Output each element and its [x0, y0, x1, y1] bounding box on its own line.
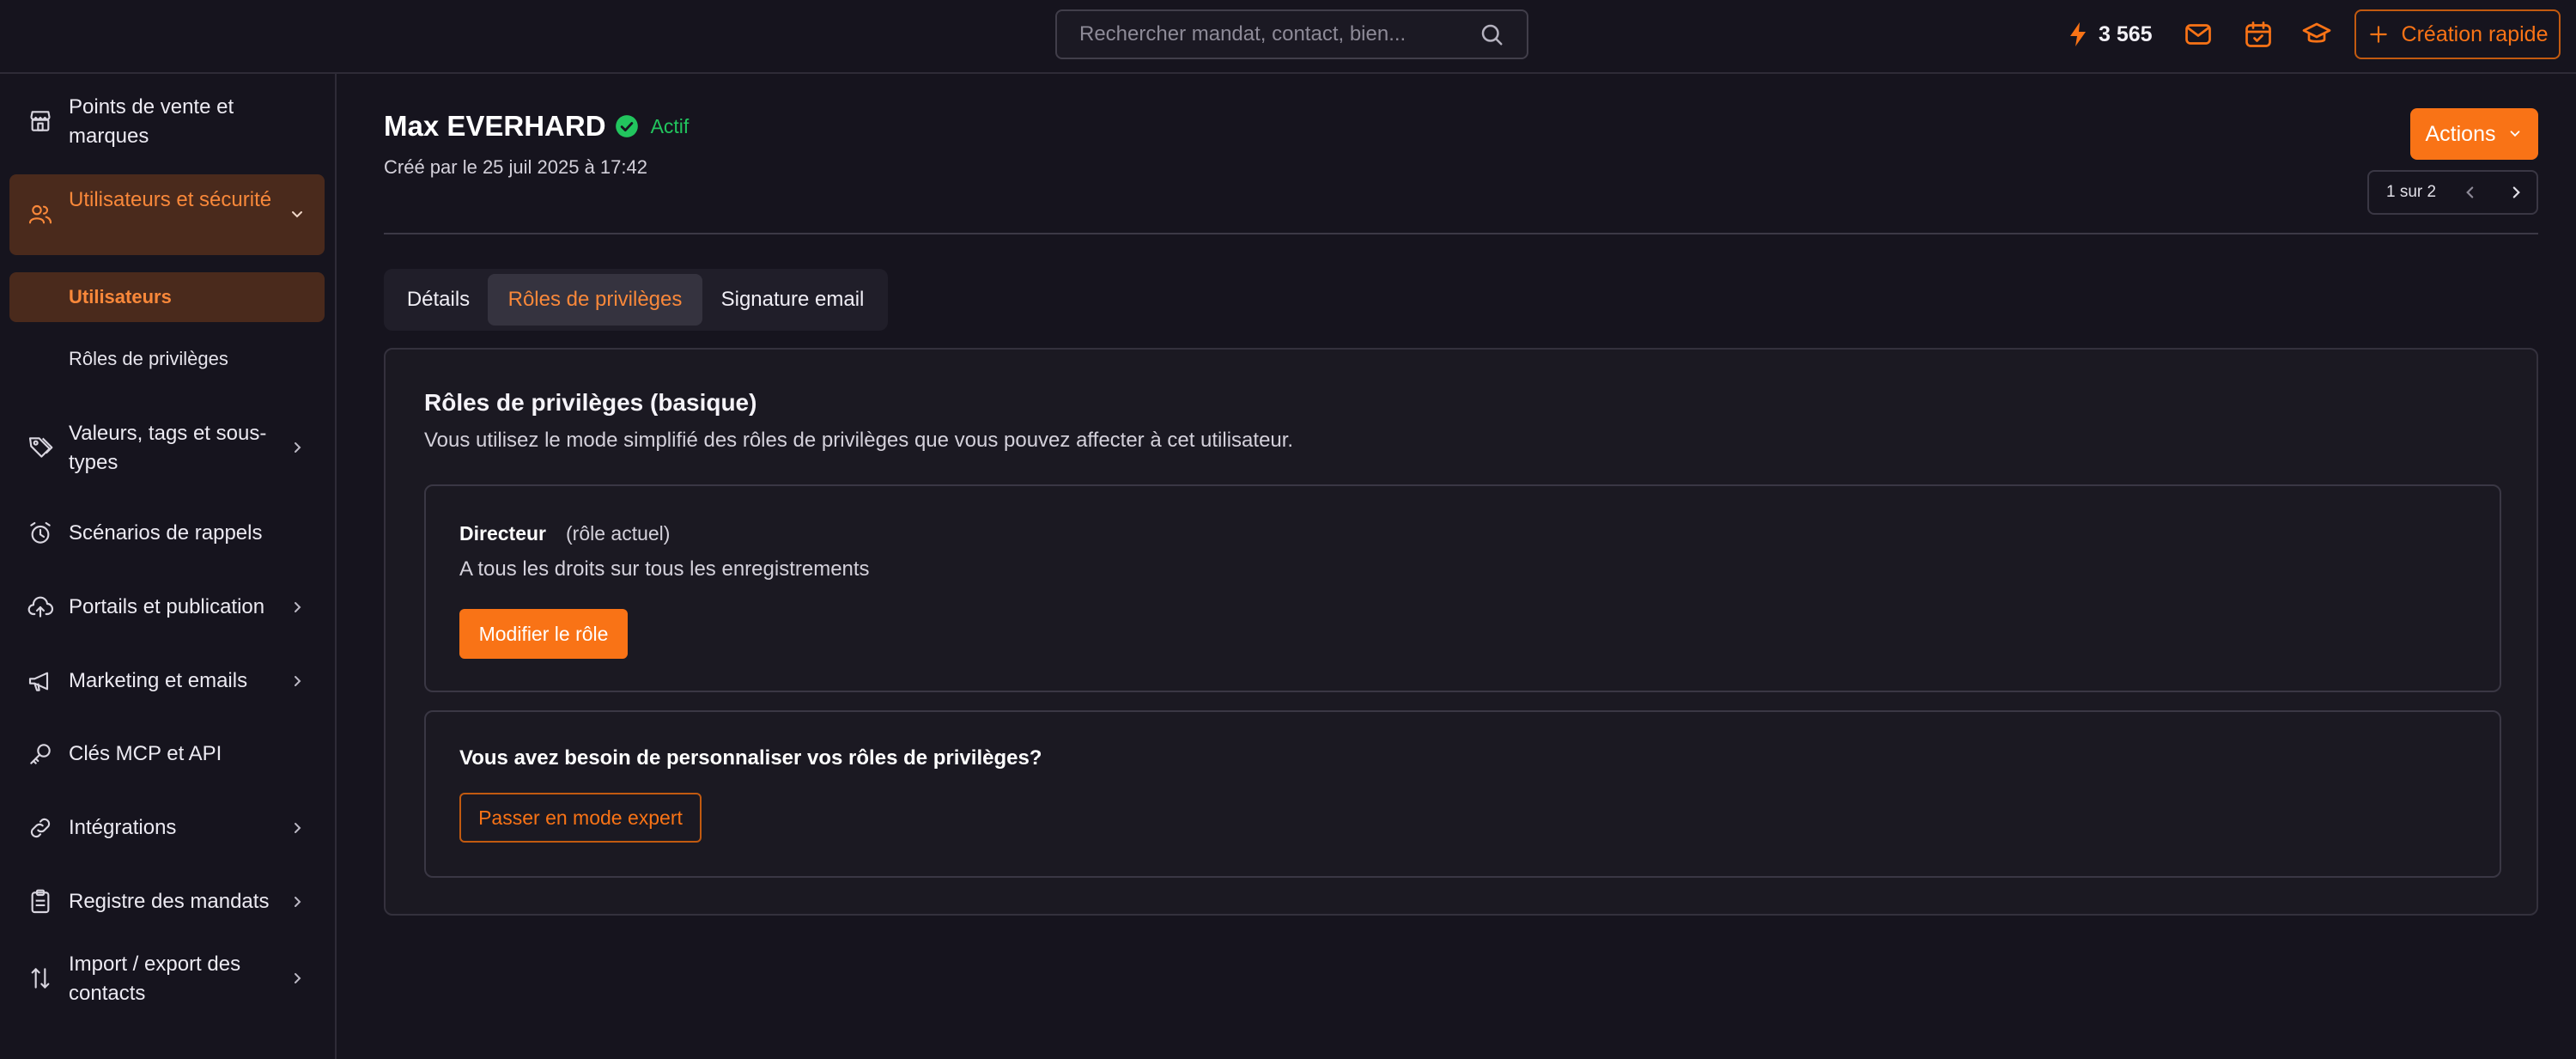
- quick-create-label: Création rapide: [2401, 21, 2549, 46]
- privileges-card: Rôles de privilèges (basique) Vous utili…: [384, 348, 2538, 916]
- sidebar-item-portails-publication[interactable]: Portails et publication: [9, 586, 325, 629]
- tab-roles-privileges[interactable]: Rôles de privilèges: [488, 274, 702, 326]
- sidebar-item-label: Intégrations: [69, 816, 177, 839]
- role-name: Directeur: [459, 522, 546, 545]
- key-icon: [27, 740, 54, 768]
- chevron-right-icon[interactable]: [289, 599, 306, 616]
- chevron-left-icon[interactable]: [2461, 183, 2480, 202]
- chevron-right-icon[interactable]: [289, 893, 306, 910]
- sidebar-item-label: Utilisateurs et sécurité: [69, 188, 272, 211]
- credits-value: 3 565: [2099, 21, 2153, 46]
- actions-label: Actions: [2425, 121, 2496, 146]
- tab-label: Rôles de privilèges: [507, 288, 683, 311]
- store-icon: [27, 107, 54, 135]
- chevron-right-icon[interactable]: [289, 819, 306, 837]
- tab-signature-email[interactable]: Signature email: [702, 274, 883, 326]
- chevron-right-icon[interactable]: [289, 439, 306, 456]
- sidebar-item-marketing-emails[interactable]: Marketing et emails: [9, 660, 325, 703]
- chevron-right-icon[interactable]: [2506, 183, 2525, 202]
- page-title: Max EVERHARD Actif: [384, 110, 689, 143]
- quick-create-button[interactable]: Création rapide: [2354, 9, 2561, 59]
- sidebar-item-label: Registre des mandats: [69, 890, 270, 913]
- check-circle-icon: [615, 114, 639, 138]
- sidebar-item-valeurs-tags[interactable]: Valeurs, tags et sous-types: [9, 417, 325, 478]
- card-description: Vous utilisez le mode simplifié des rôle…: [424, 429, 1294, 452]
- search-icon[interactable]: [1479, 21, 1504, 47]
- tab-label: Détails: [406, 288, 471, 311]
- cloud-upload-icon: [27, 593, 54, 621]
- sidebar: Points de vente et marques Utilisateurs …: [0, 74, 337, 1059]
- current-role-box: Directeur (rôle actuel) A tous les droit…: [424, 484, 2501, 692]
- actions-button[interactable]: Actions: [2410, 108, 2538, 160]
- role-current-label: (rôle actuel): [566, 522, 671, 545]
- calendar-check-icon[interactable]: [2241, 17, 2275, 52]
- divider: [384, 233, 2538, 234]
- chevron-right-icon[interactable]: [289, 970, 306, 987]
- expert-mode-button[interactable]: Passer en mode expert: [459, 793, 702, 843]
- chevron-down-icon[interactable]: [289, 206, 306, 223]
- created-info: Créé par le 25 juil 2025 à 17:42: [384, 156, 647, 178]
- chevron-down-icon: [2511, 131, 2520, 137]
- tab-label: Signature email: [720, 288, 865, 311]
- top-bar: 3 565 Création rapide: [0, 0, 2576, 74]
- sidebar-item-cles-api[interactable]: Clés MCP et API: [9, 733, 325, 776]
- sidebar-item-label: Portails et publication: [69, 595, 265, 618]
- megaphone-icon: [27, 667, 54, 695]
- credits-counter[interactable]: 3 565: [2068, 17, 2153, 52]
- user-name: Max EVERHARD: [384, 110, 606, 142]
- plus-icon: [2369, 26, 2387, 43]
- link-icon: [27, 814, 54, 842]
- tags-icon: [27, 434, 54, 461]
- sidebar-item-label: Points de vente et marques: [69, 95, 234, 148]
- lightning-icon: [2068, 21, 2088, 47]
- sidebar-item-label: Marketing et emails: [69, 669, 248, 692]
- sidebar-subitem-label: Utilisateurs: [69, 286, 172, 307]
- status-badge: Actif: [650, 114, 690, 137]
- modify-role-button[interactable]: Modifier le rôle: [459, 609, 628, 659]
- sidebar-item-utilisateurs-securite[interactable]: Utilisateurs et sécurité: [9, 174, 325, 255]
- import-export-icon: [27, 965, 54, 992]
- role-description: A tous les droits sur tous les enregistr…: [459, 557, 870, 581]
- search-input[interactable]: [1079, 22, 1479, 46]
- users-icon: [27, 201, 54, 228]
- sidebar-item-label: Valeurs, tags et sous-types: [69, 422, 267, 474]
- sidebar-item-points-de-vente[interactable]: Points de vente et marques: [9, 91, 325, 151]
- sidebar-item-registre-mandats[interactable]: Registre des mandats: [9, 880, 325, 923]
- tab-details[interactable]: Détails: [389, 274, 488, 326]
- sidebar-item-label: Import / export des contacts: [69, 952, 241, 1005]
- pagination: 1 sur 2: [2367, 170, 2538, 215]
- expert-question: Vous avez besoin de personnaliser vos rô…: [459, 746, 1042, 770]
- expert-mode-box: Vous avez besoin de personnaliser vos rô…: [424, 710, 2501, 878]
- sidebar-item-scenarios-rappels[interactable]: Scénarios de rappels: [9, 512, 325, 555]
- sidebar-subitem-utilisateurs[interactable]: Utilisateurs: [9, 272, 325, 322]
- alarm-clock-icon: [27, 520, 54, 547]
- graduation-cap-icon[interactable]: [2300, 17, 2334, 52]
- sidebar-item-import-export[interactable]: Import / export des contacts: [9, 948, 325, 1008]
- chevron-right-icon[interactable]: [289, 673, 306, 690]
- mail-icon[interactable]: [2181, 17, 2215, 52]
- card-title: Rôles de privilèges (basique): [424, 389, 757, 416]
- sidebar-item-label: Scénarios de rappels: [69, 521, 263, 545]
- sidebar-subitem-label: Rôles de privilèges: [69, 348, 228, 369]
- sidebar-item-label: Clés MCP et API: [69, 742, 222, 765]
- sidebar-item-integrations[interactable]: Intégrations: [9, 806, 325, 849]
- sidebar-subitem-roles-privileges[interactable]: Rôles de privilèges: [9, 334, 325, 384]
- search-box[interactable]: [1055, 9, 1528, 59]
- clipboard-icon: [27, 888, 54, 916]
- pager-text: 1 sur 2: [2386, 183, 2437, 201]
- tab-bar: Détails Rôles de privilèges Signature em…: [384, 269, 888, 331]
